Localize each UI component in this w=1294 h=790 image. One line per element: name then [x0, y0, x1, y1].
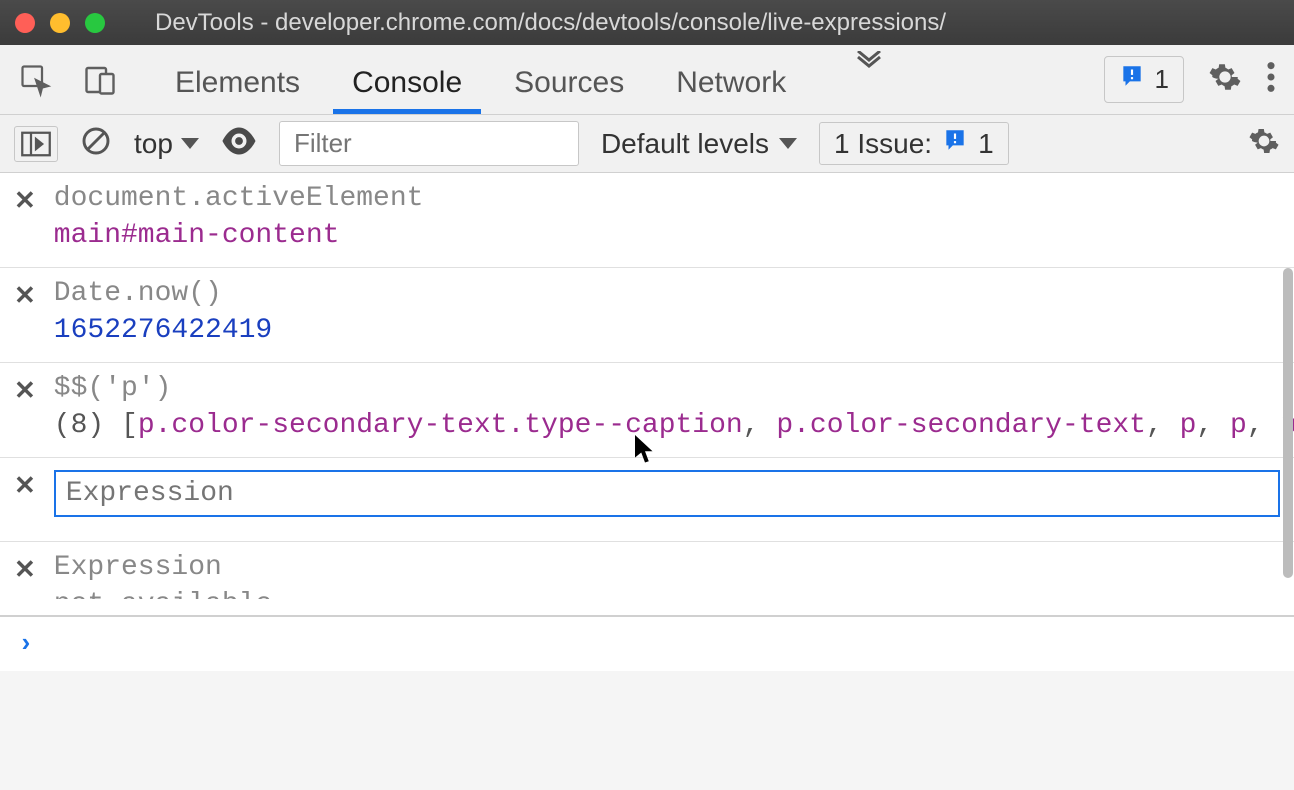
live-expression-icon[interactable]: [221, 127, 257, 160]
expression-code[interactable]: $$('p'): [54, 373, 1294, 404]
live-expression-row: ✕ Date.now() 1652276422419: [0, 268, 1294, 363]
issues-link[interactable]: 1 Issue: 1: [819, 122, 1009, 165]
tab-elements[interactable]: Elements: [171, 46, 304, 113]
context-label: top: [134, 128, 173, 160]
issue-text: 1 Issue:: [834, 128, 932, 160]
remove-expression-icon[interactable]: ✕: [14, 185, 36, 216]
expression-result[interactable]: (8) [p.color-secondary-text.type--captio…: [54, 410, 1294, 441]
tab-sources[interactable]: Sources: [510, 46, 628, 113]
toolbar-right: 1: [1104, 56, 1276, 103]
prompt-caret-icon: ›: [18, 629, 34, 659]
expression-result: not available: [54, 589, 1280, 599]
dropdown-icon: [181, 138, 199, 149]
live-expression-row: ✕ document.activeElement main#main-conte…: [0, 173, 1294, 268]
window-title: DevTools - developer.chrome.com/docs/dev…: [155, 9, 946, 37]
remove-expression-icon[interactable]: ✕: [14, 470, 36, 501]
console-settings-icon[interactable]: [1248, 125, 1280, 162]
context-selector[interactable]: top: [134, 128, 199, 160]
issue-count: 1: [978, 128, 994, 160]
remove-expression-icon[interactable]: ✕: [14, 375, 36, 406]
filter-input[interactable]: [279, 121, 579, 166]
live-expression-row: ✕ $$('p') (8) [p.color-secondary-text.ty…: [0, 363, 1294, 458]
console-prompt[interactable]: ›: [0, 617, 1294, 671]
expression-result[interactable]: 1652276422419: [54, 315, 1280, 346]
issue-icon: [1119, 63, 1145, 96]
new-expression-input[interactable]: [54, 470, 1280, 517]
fullscreen-button[interactable]: [85, 13, 105, 33]
expression-code[interactable]: Expression: [54, 552, 1280, 583]
expression-code[interactable]: Date.now(): [54, 278, 1280, 309]
main-toolbar: Elements Console Sources Network 1: [0, 45, 1294, 115]
levels-label: Default levels: [601, 128, 769, 160]
more-tabs-icon[interactable]: [854, 46, 884, 113]
traffic-lights: [15, 13, 105, 33]
close-button[interactable]: [15, 13, 35, 33]
more-options-icon[interactable]: [1266, 60, 1276, 99]
live-expression-row: ✕ Expression not available: [0, 542, 1294, 616]
tab-network[interactable]: Network: [672, 46, 790, 113]
result-prefix: (8) [: [54, 410, 138, 441]
tab-console[interactable]: Console: [348, 46, 466, 113]
issue-count: 1: [1155, 64, 1169, 95]
issues-badge[interactable]: 1: [1104, 56, 1184, 103]
settings-icon[interactable]: [1208, 60, 1242, 99]
clear-console-icon[interactable]: [80, 125, 112, 162]
dropdown-icon: [779, 138, 797, 149]
window-titlebar: DevTools - developer.chrome.com/docs/dev…: [0, 0, 1294, 45]
issue-icon: [942, 127, 968, 160]
live-expressions-panel: ✕ document.activeElement main#main-conte…: [0, 173, 1294, 617]
panel-tabs: Elements Console Sources Network: [171, 46, 1104, 113]
scrollbar[interactable]: [1283, 268, 1293, 578]
log-levels-selector[interactable]: Default levels: [601, 128, 797, 160]
remove-expression-icon[interactable]: ✕: [14, 554, 36, 585]
device-toolbar-icon[interactable]: [82, 62, 118, 98]
expression-result[interactable]: main#main-content: [54, 220, 1280, 251]
remove-expression-icon[interactable]: ✕: [14, 280, 36, 311]
console-toolbar: top Default levels 1 Issue: 1: [0, 115, 1294, 173]
inspect-element-icon[interactable]: [18, 62, 54, 98]
toggle-sidebar-icon[interactable]: [14, 126, 58, 162]
live-expression-row: ✕: [0, 458, 1294, 542]
minimize-button[interactable]: [50, 13, 70, 33]
expression-code[interactable]: document.activeElement: [54, 183, 1280, 214]
